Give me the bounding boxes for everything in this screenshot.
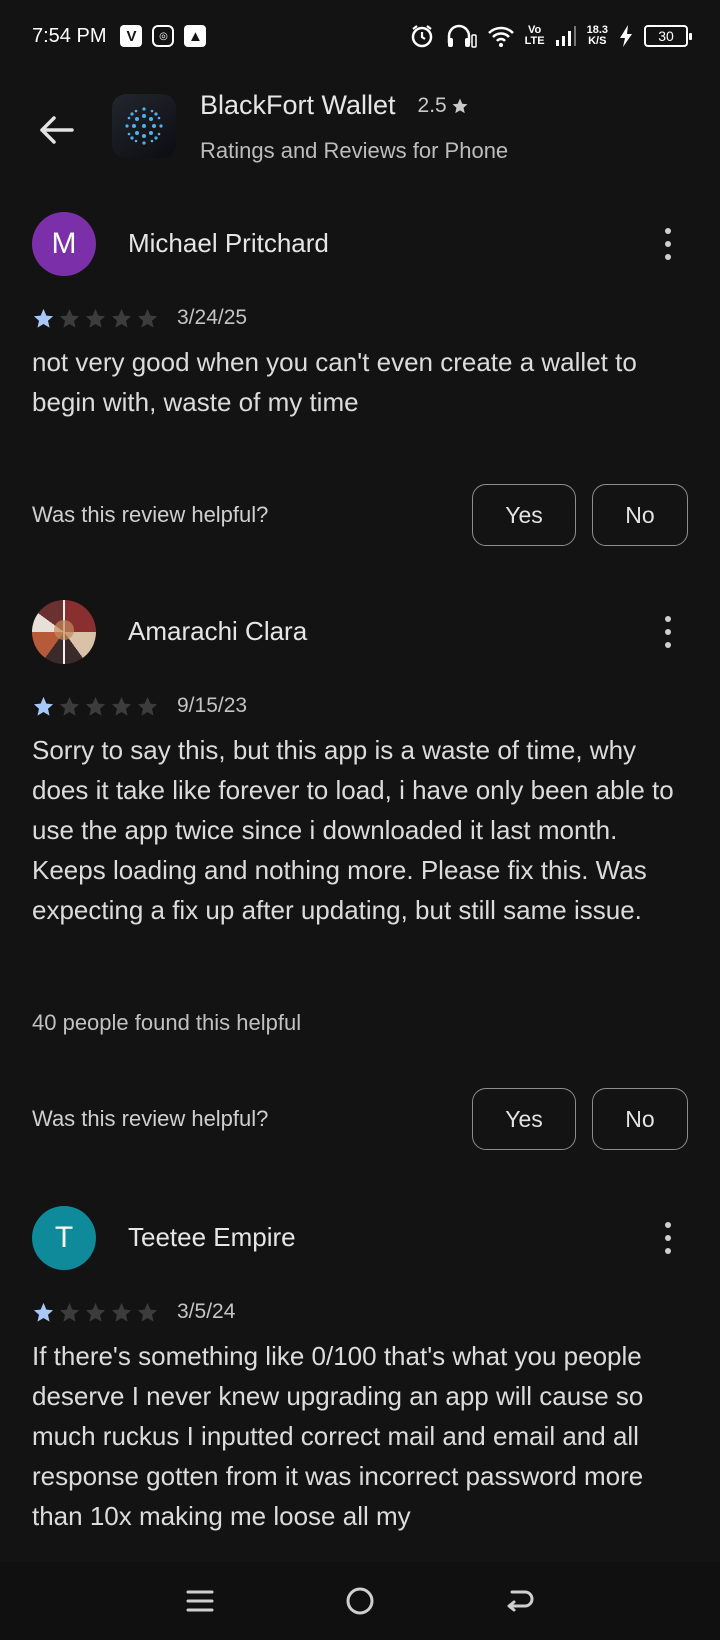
review-rating-row: 3/5/24 — [32, 1300, 235, 1324]
helpful-feedback-row: Was this review helpful? Yes No — [32, 484, 688, 546]
app-title-row: BlackFort Wallet 2.5 — [200, 90, 469, 121]
star-rating — [32, 1301, 159, 1324]
signal-icon — [555, 26, 576, 46]
more-options-button[interactable] — [656, 612, 680, 652]
avatar-photo — [54, 600, 74, 664]
back-arrow-icon — [507, 1590, 534, 1612]
menu-icon — [186, 1590, 214, 1612]
star-empty-icon — [137, 696, 158, 716]
alarm-icon — [411, 25, 432, 48]
star-filled-icon — [33, 308, 54, 328]
star-rating — [32, 695, 159, 718]
star-empty-icon — [111, 1302, 132, 1322]
star-rating — [32, 307, 159, 330]
helpful-count: 40 people found this helpful — [32, 1010, 302, 1035]
avatar — [32, 600, 96, 664]
review-rating-row: 9/15/23 — [32, 694, 247, 718]
star-empty-icon — [59, 1302, 80, 1322]
review-text: Sorry to say this, but this app is a was… — [32, 735, 674, 925]
back-button[interactable] — [30, 104, 82, 156]
headphones-icon — [447, 24, 477, 48]
star-empty-icon — [85, 1302, 106, 1322]
blackfort-logo-icon — [125, 107, 163, 145]
battery-indicator: 30 — [644, 25, 692, 47]
review-date: 3/5/24 — [177, 1300, 236, 1323]
page-subtitle: Ratings and Reviews for Phone — [200, 138, 509, 163]
instagram-notification-icon: ◎ — [152, 25, 175, 47]
more-options-button[interactable] — [656, 224, 680, 264]
star-filled-icon — [33, 696, 54, 716]
review-date: 3/24/25 — [177, 306, 248, 329]
star-filled-icon — [33, 1302, 54, 1322]
review-date: 9/15/23 — [177, 694, 248, 717]
avatar: M — [32, 212, 96, 276]
status-time: 7:54 PM — [32, 24, 107, 47]
more-options-button[interactable] — [656, 1218, 680, 1258]
review-author: Teetee Empire — [128, 1222, 296, 1252]
app-icon — [112, 94, 176, 158]
review-text: If there's something like 0/100 that's w… — [32, 1341, 644, 1531]
helpful-question: Was this review helpful? — [32, 502, 269, 527]
star-empty-icon — [137, 308, 158, 328]
review-author: Michael Pritchard — [128, 228, 329, 258]
status-bar: 7:54 PM V ◎ ▲ Vo LTE 18.3 K/S 30 — [0, 0, 720, 72]
app-header: BlackFort Wallet 2.5 Ratings and Reviews… — [0, 82, 720, 182]
app-name: BlackFort Wallet — [200, 90, 396, 120]
review-text: not very good when you can't even create… — [32, 347, 637, 417]
helpful-feedback-row: Was this review helpful? Yes No — [32, 1088, 688, 1150]
review-rating-row: 3/24/25 — [32, 306, 247, 330]
helpful-no-button[interactable]: No — [592, 1088, 688, 1150]
star-empty-icon — [85, 696, 106, 716]
app-rating: 2.5 — [418, 94, 469, 118]
star-empty-icon — [59, 696, 80, 716]
home-button[interactable] — [330, 1571, 390, 1631]
gallery-notification-icon: ▲ — [184, 25, 207, 47]
star-empty-icon — [111, 308, 132, 328]
wifi-icon — [487, 26, 514, 47]
system-navigation-bar — [0, 1562, 720, 1640]
star-empty-icon — [85, 308, 106, 328]
star-empty-icon — [59, 308, 80, 328]
recents-button[interactable] — [170, 1571, 230, 1631]
back-nav-button[interactable] — [490, 1571, 550, 1631]
home-circle-icon — [346, 1587, 374, 1615]
network-type-label: Vo LTE — [524, 24, 545, 47]
network-speed: 18.3 K/S — [586, 24, 608, 47]
helpful-yes-button[interactable]: Yes — [472, 484, 576, 546]
star-empty-icon — [137, 1302, 158, 1322]
star-icon — [452, 98, 468, 113]
charging-bolt-icon — [620, 25, 632, 47]
v-app-notification-icon: V — [120, 25, 143, 47]
helpful-no-button[interactable]: No — [592, 484, 688, 546]
arrow-left-icon — [40, 116, 74, 144]
helpful-question: Was this review helpful? — [32, 1106, 269, 1131]
star-empty-icon — [111, 696, 132, 716]
review-author: Amarachi Clara — [128, 616, 308, 646]
helpful-yes-button[interactable]: Yes — [472, 1088, 576, 1150]
avatar: T — [32, 1206, 96, 1270]
